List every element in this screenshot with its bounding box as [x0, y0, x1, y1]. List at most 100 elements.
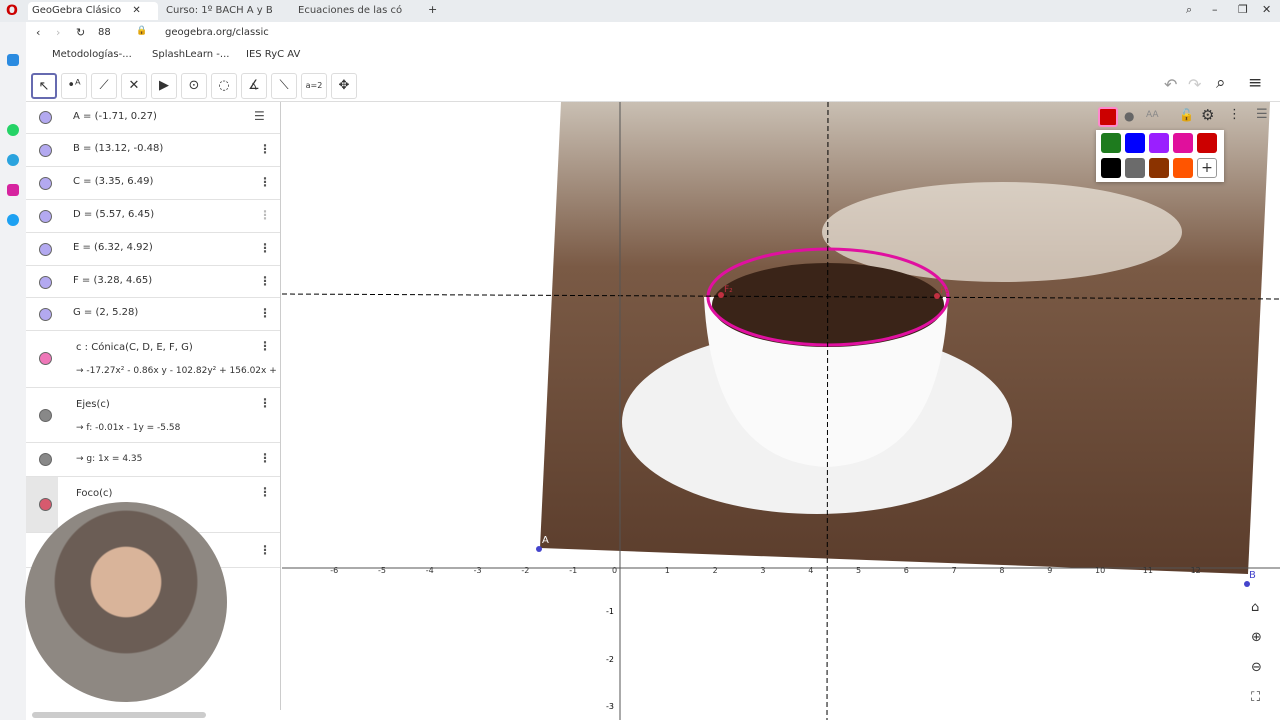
add-color-button[interactable]: +: [1197, 158, 1217, 178]
algebra-row-axes[interactable]: Ejes(c) → f: -0.01x - 1y = -5.58 ⋮: [26, 388, 280, 443]
algebra-row[interactable]: F = (3.28, 4.65) ⋮: [26, 266, 280, 298]
gear-icon[interactable]: ⚙: [1201, 106, 1214, 124]
slider-tool[interactable]: a=2: [301, 73, 327, 99]
zoom-out-icon[interactable]: ⊖: [1251, 660, 1262, 675]
selected-color-button[interactable]: [1098, 107, 1118, 127]
more-icon[interactable]: ⋮: [259, 241, 271, 255]
visibility-toggle[interactable]: [39, 498, 52, 511]
minimize-icon[interactable]: –: [1212, 3, 1218, 16]
visibility-toggle[interactable]: [39, 352, 52, 365]
visibility-toggle[interactable]: [39, 210, 52, 223]
polygon-tool[interactable]: ▶: [151, 73, 177, 99]
x-tick-label: 7: [952, 566, 957, 575]
more-icon[interactable]: ⋮: [259, 306, 271, 320]
algebra-row[interactable]: E = (6.32, 4.92) ⋮: [26, 233, 280, 266]
whatsapp-icon[interactable]: [7, 124, 19, 136]
close-window-icon[interactable]: ✕: [1262, 3, 1271, 16]
color-swatch[interactable]: [1101, 158, 1121, 178]
bookmark[interactable]: Metodologías-...: [52, 49, 132, 60]
instagram-icon[interactable]: [7, 184, 19, 196]
more-icon[interactable]: ⋮: [259, 485, 271, 499]
color-swatch[interactable]: [1149, 133, 1169, 153]
more-icon[interactable]: ⋮: [259, 142, 271, 156]
algebra-row[interactable]: C = (3.35, 6.49) ⋮: [26, 167, 280, 200]
home-view-icon[interactable]: ⌂: [1251, 600, 1259, 615]
color-swatch[interactable]: [1173, 158, 1193, 178]
visibility-toggle[interactable]: [39, 243, 52, 256]
color-swatch[interactable]: [1173, 133, 1193, 153]
new-tab-icon[interactable]: +: [428, 3, 437, 16]
home-icon[interactable]: [7, 54, 19, 66]
visibility-toggle[interactable]: [39, 144, 52, 157]
more-icon[interactable]: ⋮: [259, 451, 271, 465]
angle-tool[interactable]: ∡: [241, 73, 267, 99]
color-swatch[interactable]: [1125, 158, 1145, 178]
close-icon[interactable]: ✕: [132, 5, 140, 16]
point-A[interactable]: [536, 546, 542, 552]
lock-icon[interactable]: 🔓: [1179, 108, 1194, 122]
reload-icon[interactable]: ↻: [76, 26, 85, 39]
visibility-toggle[interactable]: [39, 276, 52, 289]
conic-tool[interactable]: ◌: [211, 73, 237, 99]
back-icon[interactable]: ‹: [36, 26, 40, 39]
url-input[interactable]: geogebra.org/classic: [165, 27, 269, 38]
speed-dial[interactable]: 88: [98, 27, 111, 38]
horizontal-scrollbar[interactable]: [32, 712, 206, 718]
menu-icon[interactable]: ≡: [1248, 73, 1262, 93]
algebra-row-conic[interactable]: c : Cónica(C, D, E, F, G) → -17.27x² - 0.…: [26, 331, 280, 388]
perpendicular-tool[interactable]: ✕: [121, 73, 147, 99]
tab-ecuaciones[interactable]: Ecuaciones de las có: [294, 2, 424, 20]
conic-definition: c : Cónica(C, D, E, F, G): [76, 342, 193, 353]
more-icon[interactable]: ⋮: [259, 339, 271, 353]
maximize-icon[interactable]: ❐: [1238, 3, 1248, 16]
visibility-toggle[interactable]: [39, 453, 52, 466]
point-B[interactable]: [1244, 581, 1250, 587]
sort-icon[interactable]: ☰: [254, 109, 265, 123]
opera-logo-icon[interactable]: O: [6, 3, 18, 19]
algebra-row-g[interactable]: → g: 1x = 4.35 ⋮: [26, 443, 280, 477]
graphics-view[interactable]: -6 -5 -4 -3 -2 -1 0 1 2 3 4 5 6 7 8 9 10 11 12 -1 -2 -3 A …: [282, 102, 1280, 720]
redo-icon[interactable]: ↷: [1188, 75, 1201, 94]
graphics-canvas[interactable]: -6 -5 -4 -3 -2 -1 0 1 2 3 4 5 6 7 8 9 10 11 12 -1 -2 -3 A …: [282, 102, 1280, 720]
forward-icon[interactable]: ›: [56, 26, 60, 39]
more-icon[interactable]: ⋮: [259, 274, 271, 288]
style-bar-toggle-icon[interactable]: ☰: [1256, 107, 1268, 122]
algebra-row[interactable]: G = (2, 5.28) ⋮: [26, 298, 280, 331]
circle-tool[interactable]: ⊙: [181, 73, 207, 99]
color-swatch[interactable]: [1125, 133, 1145, 153]
color-swatch[interactable]: [1197, 133, 1217, 153]
search-icon[interactable]: ⌕: [1216, 73, 1226, 93]
more-icon[interactable]: ⋮: [259, 543, 271, 557]
more-icon[interactable]: ⋮: [259, 208, 271, 222]
telegram-icon[interactable]: [7, 154, 19, 166]
tab-curso[interactable]: Curso: 1º BACH A y B: [162, 2, 290, 20]
fullscreen-icon[interactable]: ⛶: [1251, 690, 1260, 705]
algebra-row[interactable]: D = (5.57, 6.45) ⋮: [26, 200, 280, 233]
zoom-in-icon[interactable]: ⊕: [1251, 630, 1262, 645]
visibility-toggle[interactable]: [39, 409, 52, 422]
more-icon[interactable]: ⋮: [259, 396, 271, 410]
visibility-toggle[interactable]: [39, 308, 52, 321]
bookmark[interactable]: IES RyC AV: [246, 49, 300, 60]
point-style-icon[interactable]: ●: [1124, 109, 1134, 123]
reflect-tool[interactable]: ⟍: [271, 73, 297, 99]
search-icon[interactable]: ⌕: [1186, 3, 1192, 17]
visibility-toggle[interactable]: [39, 111, 52, 124]
bookmark[interactable]: SplashLearn -...: [152, 49, 229, 60]
line-tool[interactable]: ⟋: [91, 73, 117, 99]
text-style-button[interactable]: AA: [1146, 110, 1159, 120]
more-icon[interactable]: ⋮: [259, 175, 271, 189]
move-tool[interactable]: ↖: [31, 73, 57, 99]
color-swatch[interactable]: [1101, 133, 1121, 153]
more-icon[interactable]: ⋮: [1228, 107, 1241, 122]
tab-geogebra[interactable]: GeoGebra Clásico ✕: [28, 2, 158, 20]
undo-icon[interactable]: ↶: [1164, 75, 1177, 94]
color-swatch[interactable]: [1149, 158, 1169, 178]
webcam-overlay: [25, 502, 227, 702]
algebra-row[interactable]: A = (-1.71, 0.27) ☰: [26, 102, 280, 134]
point-tool[interactable]: •ᴬ: [61, 73, 87, 99]
twitter-icon[interactable]: [7, 214, 19, 226]
algebra-row[interactable]: B = (13.12, -0.48) ⋮: [26, 134, 280, 167]
move-graphics-tool[interactable]: ✥: [331, 73, 357, 99]
visibility-toggle[interactable]: [39, 177, 52, 190]
